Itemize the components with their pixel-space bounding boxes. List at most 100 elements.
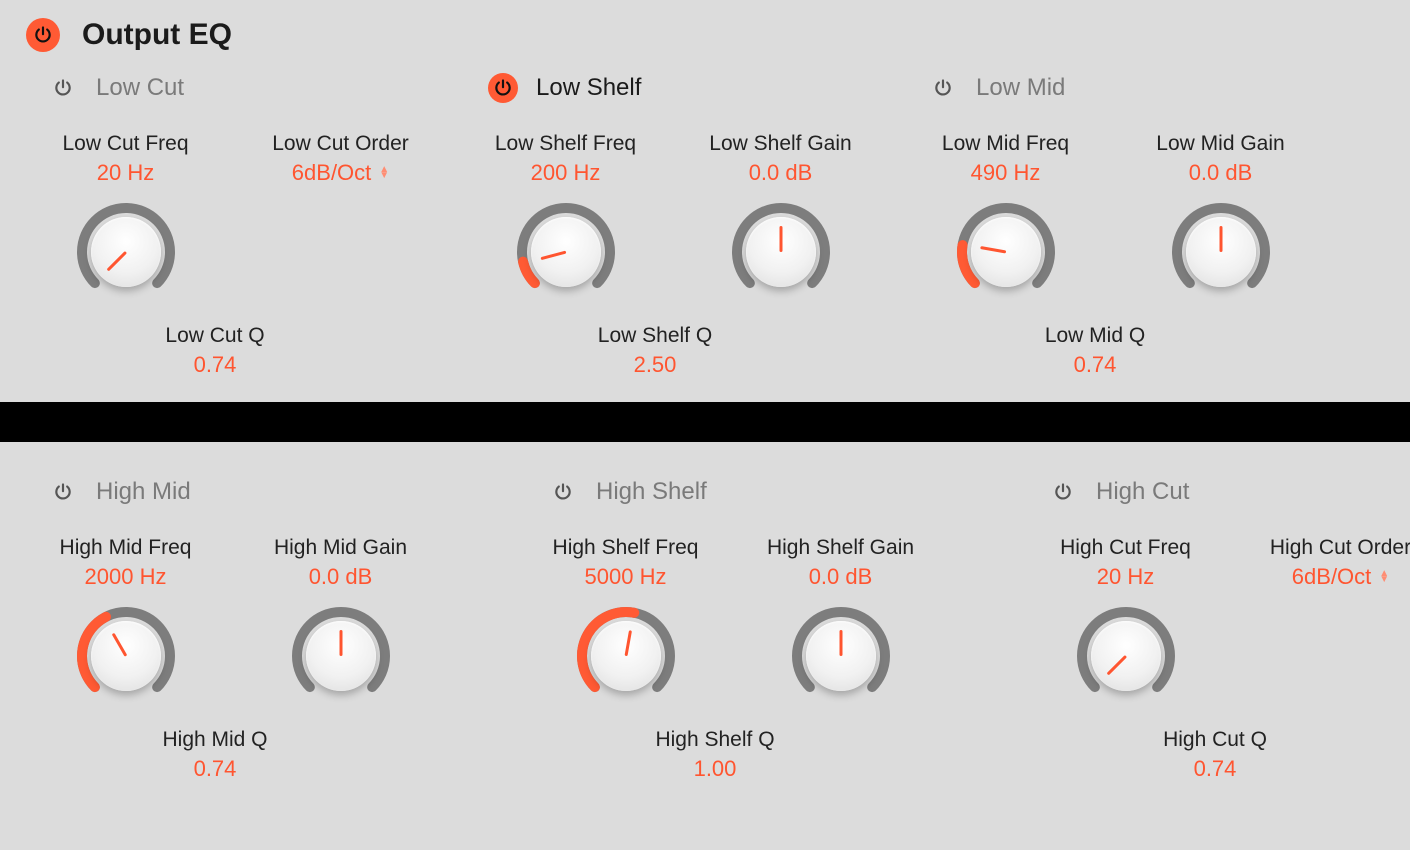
module-low-mid-q-label: Low Mid Q (910, 324, 1280, 348)
low-shelf-param-0-value[interactable]: 200 Hz (531, 160, 601, 186)
low-shelf-param-0-label: Low Shelf Freq (495, 132, 636, 156)
module-high-shelf-q: High Shelf Q 1.00 (530, 728, 900, 782)
module-high-mid-params: High Mid Freq 2000 Hz High Mid Gain 0.0 … (30, 512, 530, 708)
module-low-mid-q-value[interactable]: 0.74 (910, 352, 1280, 378)
module-high-mid-header: High Mid (30, 472, 530, 512)
low-mid-param-1: Low Mid Gain 0.0 dB (1143, 132, 1298, 304)
high-shelf-param-1-value[interactable]: 0.0 dB (809, 564, 873, 590)
module-high-cut-power-button[interactable] (1048, 477, 1078, 507)
master-header: Output EQ (0, 0, 1410, 58)
module-high-shelf-header: High Shelf (530, 472, 1030, 512)
low-cut-param-1-select[interactable]: 6dB/Oct ▲▼ (292, 160, 389, 186)
module-high-cut-q-value[interactable]: 0.74 (1030, 756, 1400, 782)
master-power-button[interactable] (26, 18, 60, 52)
high-shelf-param-1: High Shelf Gain 0.0 dB (763, 536, 918, 708)
module-high-mid-q-label: High Mid Q (30, 728, 400, 752)
eq-row-bottom: High Mid High Mid Freq 2000 Hz High Mid … (0, 442, 1410, 806)
low-cut-param-0: Low Cut Freq 20 Hz (48, 132, 203, 304)
low-cut-param-1: Low Cut Order 6dB/Oct ▲▼ (263, 132, 418, 304)
knob[interactable] (289, 604, 393, 708)
low-cut-param-0-label: Low Cut Freq (62, 132, 188, 156)
knob[interactable] (74, 604, 178, 708)
knob[interactable] (789, 604, 893, 708)
module-high-shelf-power-button[interactable] (548, 477, 578, 507)
module-high-shelf-q-value[interactable]: 1.00 (530, 756, 900, 782)
low-cut-param-1-label: Low Cut Order (272, 132, 409, 156)
module-high-cut-title: High Cut (1096, 478, 1189, 506)
module-low-cut-header: Low Cut (30, 68, 470, 108)
module-high-mid-q-value[interactable]: 0.74 (30, 756, 400, 782)
eq-row-top: Low Cut Low Cut Freq 20 Hz Low Cut Order… (0, 58, 1410, 402)
module-low-shelf-params: Low Shelf Freq 200 Hz Low Shelf Gain 0.0… (470, 108, 910, 304)
module-low-mid-power-button[interactable] (928, 73, 958, 103)
module-high-mid-power-button[interactable] (48, 477, 78, 507)
high-mid-param-0: High Mid Freq 2000 Hz (48, 536, 203, 708)
module-low-shelf-q: Low Shelf Q 2.50 (470, 324, 840, 378)
module-low-cut-params: Low Cut Freq 20 Hz Low Cut Order 6dB/Oct… (30, 108, 470, 304)
module-high-cut-q-label: High Cut Q (1030, 728, 1400, 752)
module-low-mid-title: Low Mid (976, 74, 1065, 102)
module-high-mid-title: High Mid (96, 478, 191, 506)
high-cut-param-0-label: High Cut Freq (1060, 536, 1191, 560)
module-low-cut-q: Low Cut Q 0.74 (30, 324, 400, 378)
module-low-shelf: Low Shelf Low Shelf Freq 200 Hz Low Shel… (470, 68, 910, 378)
module-low-cut-q-label: Low Cut Q (30, 324, 400, 348)
module-high-cut: High Cut High Cut Freq 20 Hz High Cut Or… (1030, 472, 1410, 782)
low-mid-param-0: Low Mid Freq 490 Hz (928, 132, 1083, 304)
module-low-cut-q-value[interactable]: 0.74 (30, 352, 400, 378)
module-low-shelf-q-value[interactable]: 2.50 (470, 352, 840, 378)
module-low-cut-title: Low Cut (96, 74, 184, 102)
knob[interactable] (1074, 604, 1178, 708)
module-low-mid-header: Low Mid (910, 68, 1350, 108)
module-low-cut-power-button[interactable] (48, 73, 78, 103)
low-cut-param-0-value[interactable]: 20 Hz (97, 160, 154, 186)
module-low-mid: Low Mid Low Mid Freq 490 Hz Low Mid Gain… (910, 68, 1350, 378)
module-low-shelf-title: Low Shelf (536, 74, 641, 102)
low-shelf-param-1: Low Shelf Gain 0.0 dB (703, 132, 858, 304)
chevron-up-down-icon: ▲▼ (1379, 571, 1389, 583)
high-shelf-param-0: High Shelf Freq 5000 Hz (548, 536, 703, 708)
chevron-up-down-icon: ▲▼ (379, 167, 389, 179)
low-shelf-param-0: Low Shelf Freq 200 Hz (488, 132, 643, 304)
low-mid-param-0-value[interactable]: 490 Hz (971, 160, 1041, 186)
knob[interactable] (1169, 200, 1273, 304)
low-mid-param-1-value[interactable]: 0.0 dB (1189, 160, 1253, 186)
high-shelf-param-0-label: High Shelf Freq (553, 536, 699, 560)
module-high-mid-q: High Mid Q 0.74 (30, 728, 400, 782)
module-high-shelf: High Shelf High Shelf Freq 5000 Hz High … (530, 472, 1030, 782)
low-cut-param-1-select-value: 6dB/Oct (292, 160, 371, 186)
knob[interactable] (954, 200, 1058, 304)
high-cut-param-0-value[interactable]: 20 Hz (1097, 564, 1154, 590)
knob[interactable] (574, 604, 678, 708)
module-low-mid-q: Low Mid Q 0.74 (910, 324, 1280, 378)
low-mid-param-1-label: Low Mid Gain (1156, 132, 1284, 156)
high-mid-param-0-label: High Mid Freq (60, 536, 192, 560)
module-high-cut-q: High Cut Q 0.74 (1030, 728, 1400, 782)
knob[interactable] (729, 200, 833, 304)
knob[interactable] (514, 200, 618, 304)
module-low-shelf-header: Low Shelf (470, 68, 910, 108)
row-divider (0, 402, 1410, 442)
module-low-shelf-q-label: Low Shelf Q (470, 324, 840, 348)
module-high-cut-header: High Cut (1030, 472, 1410, 512)
low-shelf-param-1-label: Low Shelf Gain (709, 132, 851, 156)
low-shelf-param-1-value[interactable]: 0.0 dB (749, 160, 813, 186)
knob[interactable] (74, 200, 178, 304)
module-low-cut: Low Cut Low Cut Freq 20 Hz Low Cut Order… (30, 68, 470, 378)
module-high-mid: High Mid High Mid Freq 2000 Hz High Mid … (30, 472, 530, 782)
high-cut-param-1-select-value: 6dB/Oct (1292, 564, 1371, 590)
high-shelf-param-0-value[interactable]: 5000 Hz (585, 564, 667, 590)
high-cut-param-1-label: High Cut Order (1270, 536, 1410, 560)
low-mid-param-0-label: Low Mid Freq (942, 132, 1069, 156)
high-cut-param-0: High Cut Freq 20 Hz (1048, 536, 1203, 708)
high-cut-param-1: High Cut Order 6dB/Oct ▲▼ (1263, 536, 1410, 708)
high-mid-param-1-value[interactable]: 0.0 dB (309, 564, 373, 590)
high-cut-param-1-select[interactable]: 6dB/Oct ▲▼ (1292, 564, 1389, 590)
module-high-cut-params: High Cut Freq 20 Hz High Cut Order 6dB/O… (1030, 512, 1410, 708)
module-high-shelf-q-label: High Shelf Q (530, 728, 900, 752)
page-title: Output EQ (82, 18, 232, 52)
module-low-shelf-power-button[interactable] (488, 73, 518, 103)
module-low-mid-params: Low Mid Freq 490 Hz Low Mid Gain 0.0 dB (910, 108, 1350, 304)
module-high-shelf-title: High Shelf (596, 478, 707, 506)
high-mid-param-0-value[interactable]: 2000 Hz (85, 564, 167, 590)
